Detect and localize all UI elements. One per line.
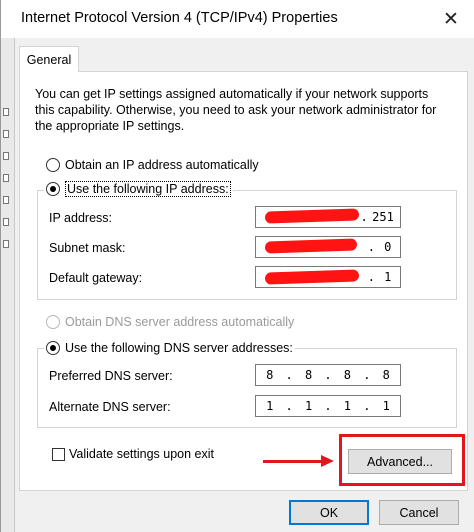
radio-dns-auto[interactable] <box>46 315 60 329</box>
subnet-mask-label: Subnet mask: <box>49 241 126 255</box>
preferred-dns-octet: 8 <box>304 368 313 382</box>
ip-address-last-octet: 251 <box>372 210 394 224</box>
dns-auto-option[interactable]: Obtain DNS server address automatically <box>46 315 294 329</box>
annotation-arrowhead-icon <box>321 455 334 467</box>
radio-ip-manual[interactable] <box>46 182 60 196</box>
ok-button[interactable]: OK <box>289 500 369 525</box>
alternate-dns-octet: 1 <box>304 399 313 413</box>
strip-checkbox-icon <box>3 240 9 248</box>
ip-auto-label: Obtain an IP address automatically <box>65 158 259 172</box>
tab-general[interactable]: General <box>19 46 79 72</box>
strip-checkbox-icon <box>3 174 9 182</box>
annotation-arrow-icon <box>263 460 323 463</box>
close-icon[interactable]: ✕ <box>431 4 471 34</box>
alternate-dns-octet: 1 <box>343 399 352 413</box>
dns-auto-label: Obtain DNS server address automatically <box>65 315 295 329</box>
default-gateway-label: Default gateway: <box>49 271 143 285</box>
strip-checkbox-icon <box>3 108 9 116</box>
subnet-mask-last-octet: 0 <box>384 240 392 254</box>
annotation-highlight-box <box>339 434 465 486</box>
alternate-dns-octet: 1 <box>266 399 274 413</box>
default-gateway-last-octet: 1 <box>384 270 392 284</box>
cancel-button[interactable]: Cancel <box>379 500 459 525</box>
ip-auto-option[interactable]: Obtain an IP address automatically <box>46 158 259 172</box>
strip-checkbox-icon <box>3 152 9 160</box>
preferred-dns-input[interactable]: 8. 8. 8. 8 <box>255 364 401 386</box>
window-title: Internet Protocol Version 4 (TCP/IPv4) P… <box>21 10 338 26</box>
background-window-strip <box>1 38 15 532</box>
title-bar[interactable]: Internet Protocol Version 4 (TCP/IPv4) P… <box>1 0 474 38</box>
radio-ip-auto[interactable] <box>46 158 60 172</box>
strip-checkbox-icon <box>3 218 9 226</box>
validate-label: Validate settings upon exit <box>69 447 215 461</box>
preferred-dns-octet: 8 <box>382 368 390 382</box>
preferred-dns-label: Preferred DNS server: <box>49 369 173 383</box>
alternate-dns-octet: 1 <box>382 399 390 413</box>
ip-manual-option[interactable]: Use the following IP address: <box>44 181 233 197</box>
dns-manual-label: Use the following DNS server addresses: <box>65 341 293 355</box>
preferred-dns-octet: 8 <box>266 368 274 382</box>
dns-manual-option[interactable]: Use the following DNS server addresses: <box>44 341 295 355</box>
ip-manual-label: Use the following IP address: <box>65 181 231 197</box>
strip-checkbox-icon <box>3 196 9 204</box>
validate-checkbox[interactable] <box>52 448 65 461</box>
alternate-dns-label: Alternate DNS server: <box>49 400 171 414</box>
radio-dns-manual[interactable] <box>46 341 60 355</box>
alternate-dns-input[interactable]: 1. 1. 1. 1 <box>255 395 401 417</box>
preferred-dns-octet: 8 <box>343 368 352 382</box>
ip-address-label: IP address: <box>49 211 113 225</box>
description-text: You can get IP settings assigned automat… <box>35 87 437 133</box>
ipv4-properties-dialog: Internet Protocol Version 4 (TCP/IPv4) P… <box>0 0 474 532</box>
strip-checkbox-icon <box>3 130 9 138</box>
